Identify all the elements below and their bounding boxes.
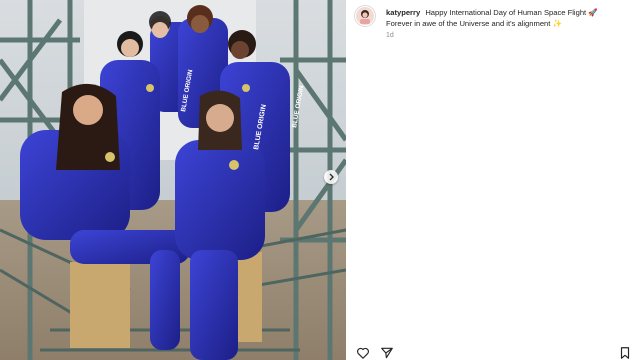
share-button[interactable]	[380, 346, 394, 360]
like-button[interactable]	[356, 346, 370, 360]
post-photo[interactable]: BLUE ORIGIN BLUE ORIGIN BLUE ORIGIN	[0, 0, 346, 360]
crew-photo-illustration: BLUE ORIGIN BLUE ORIGIN BLUE ORIGIN	[0, 0, 346, 360]
rocket-emoji: 🚀	[588, 8, 598, 17]
chevron-right-icon	[329, 173, 334, 181]
caption-text-line2: Forever in awe of the Universe and it's …	[386, 19, 551, 28]
sparkles-emoji: ✨	[552, 19, 562, 28]
username-link[interactable]: katyperry	[386, 8, 420, 17]
mission-patch	[105, 152, 115, 162]
avatar[interactable]	[354, 5, 376, 27]
carousel-next-button[interactable]	[324, 170, 338, 184]
post-timestamp: 1d	[386, 32, 394, 39]
heart-icon	[357, 347, 369, 359]
bookmark-icon	[620, 347, 630, 359]
profile-picture	[356, 7, 374, 25]
instagram-post: BLUE ORIGIN BLUE ORIGIN BLUE ORIGIN katy…	[0, 0, 640, 360]
post-caption: katyperry Happy International Day of Hum…	[386, 7, 636, 29]
mission-patch	[146, 84, 154, 92]
wooden-block-left	[70, 262, 130, 348]
caption-text-line1: Happy International Day of Human Space F…	[425, 8, 587, 17]
save-button[interactable]	[618, 346, 632, 360]
mission-patch	[242, 84, 250, 92]
action-bar	[346, 344, 640, 360]
paper-plane-icon	[381, 347, 393, 359]
mission-patch	[229, 160, 239, 170]
post-details-panel: katyperry Happy International Day of Hum…	[346, 0, 640, 360]
